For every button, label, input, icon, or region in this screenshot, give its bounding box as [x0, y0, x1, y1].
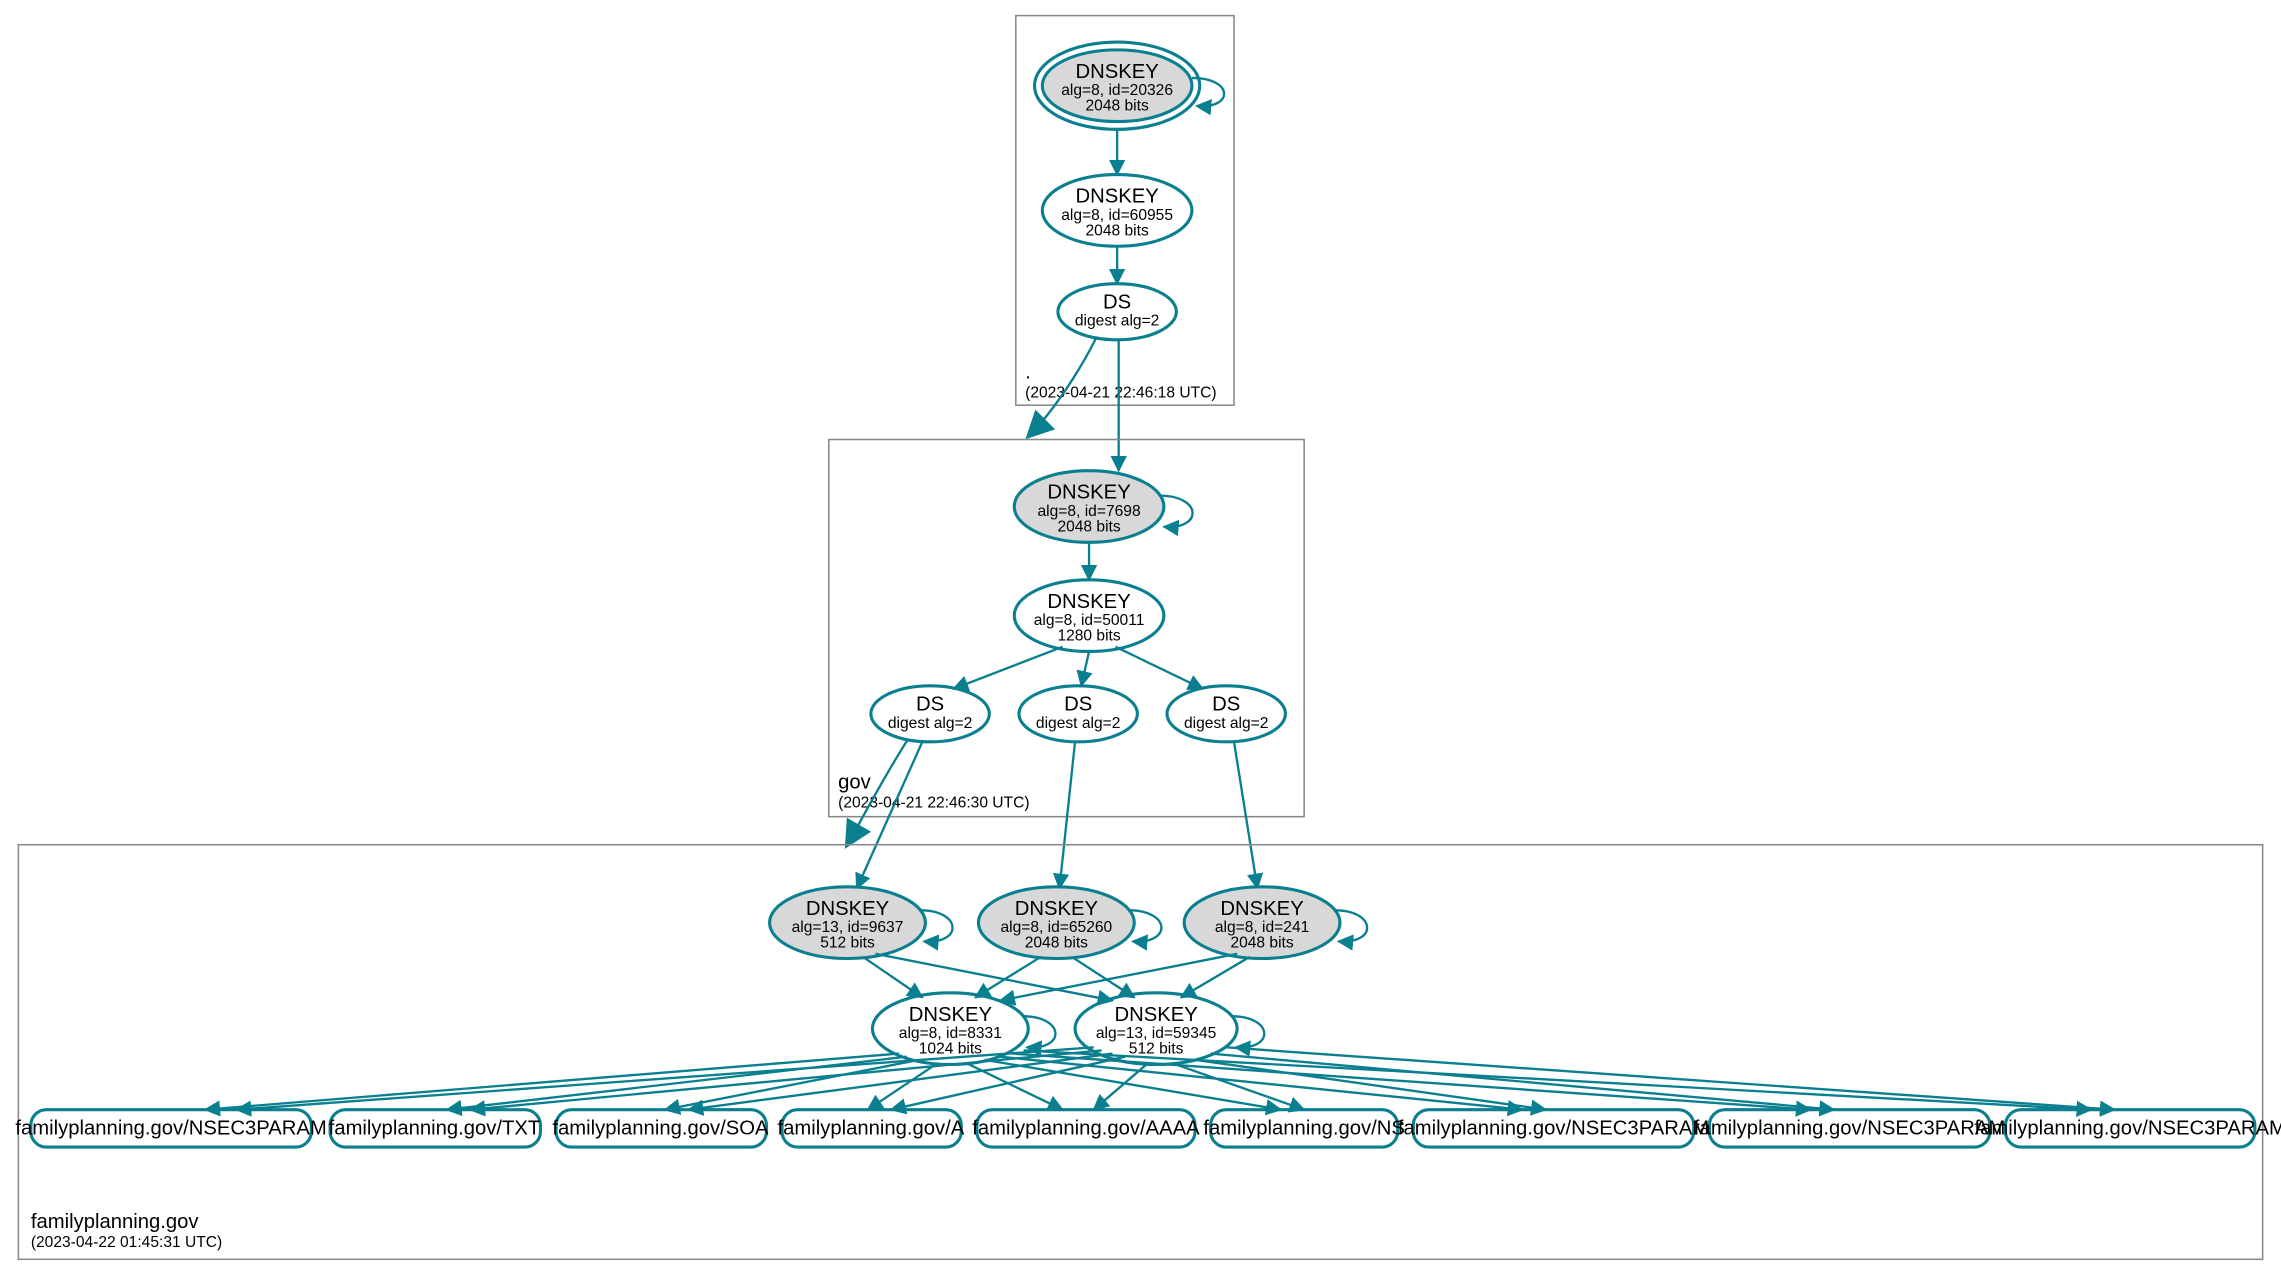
dnssec-diagram: . (2023-04-21 22:46:18 UTC) DNSKEY alg=8… [0, 0, 2281, 1278]
node-gov-ksk: DNSKEY alg=8, id=7698 2048 bits [1014, 471, 1192, 543]
edge-gov-ds2-to-fp [1059, 742, 1075, 889]
svg-text:digest alg=2: digest alg=2 [1184, 715, 1268, 732]
svg-text:familyplanning.gov/NSEC3PARAM: familyplanning.gov/NSEC3PARAM [1398, 1118, 1709, 1140]
svg-text:alg=8, id=7698: alg=8, id=7698 [1038, 503, 1141, 520]
svg-text:DNSKEY: DNSKEY [1047, 482, 1131, 504]
node-root-ds: DS digest alg=2 [1058, 284, 1176, 340]
svg-text:DS: DS [1064, 694, 1092, 716]
node-rr-nsec3param-2: familyplanning.gov/NSEC3PARAM [1398, 1110, 1709, 1147]
node-rr-nsec3param-1: familyplanning.gov/NSEC3PARAM [15, 1110, 326, 1147]
node-gov-ds2: DS digest alg=2 [1019, 686, 1137, 742]
svg-text:digest alg=2: digest alg=2 [1075, 313, 1159, 330]
svg-text:512 bits: 512 bits [1129, 1041, 1184, 1058]
node-fp-ksk2: DNSKEY alg=8, id=65260 2048 bits [978, 887, 1161, 959]
svg-text:DS: DS [1103, 292, 1131, 314]
svg-text:alg=8, id=50011: alg=8, id=50011 [1034, 612, 1145, 629]
node-rr-nsec3param-4: familyplanning.gov/NSEC3PARAM [1974, 1110, 2281, 1147]
svg-text:alg=13, id=9637: alg=13, id=9637 [792, 919, 904, 936]
node-rr-txt: familyplanning.gov/TXT [329, 1110, 541, 1147]
svg-text:2048 bits: 2048 bits [1086, 222, 1149, 239]
node-gov-ds1: DS digest alg=2 [871, 686, 989, 742]
zone-fp-timestamp: (2023-04-22 01:45:31 UTC) [31, 1234, 222, 1251]
node-rr-soa: familyplanning.gov/SOA [552, 1110, 769, 1147]
svg-text:DNSKEY: DNSKEY [1075, 186, 1159, 208]
node-gov-ds3: DS digest alg=2 [1167, 686, 1285, 742]
svg-text:digest alg=2: digest alg=2 [888, 715, 972, 732]
svg-text:2048 bits: 2048 bits [1057, 518, 1120, 535]
svg-text:2048 bits: 2048 bits [1230, 935, 1293, 952]
zone-root: . (2023-04-21 22:46:18 UTC) DNSKEY alg=8… [1016, 16, 1234, 406]
zone-root-label: . [1025, 362, 1031, 384]
svg-text:DNSKEY: DNSKEY [1047, 591, 1131, 613]
svg-text:2048 bits: 2048 bits [1086, 98, 1149, 115]
svg-text:DS: DS [916, 694, 944, 716]
svg-text:familyplanning.gov/TXT: familyplanning.gov/TXT [329, 1118, 541, 1140]
edge-gov-ds1-to-fp [857, 742, 922, 889]
svg-text:alg=8, id=20326: alg=8, id=20326 [1061, 82, 1173, 99]
svg-text:DS: DS [1212, 694, 1240, 716]
svg-text:familyplanning.gov/AAAA: familyplanning.gov/AAAA [972, 1118, 1200, 1140]
node-rr-nsec3param-3: familyplanning.gov/NSEC3PARAM [1694, 1110, 2005, 1147]
zone-fp-label: familyplanning.gov [31, 1211, 200, 1233]
node-fp-ksk1: DNSKEY alg=13, id=9637 512 bits [770, 887, 953, 959]
svg-text:alg=13, id=59345: alg=13, id=59345 [1096, 1025, 1217, 1042]
edge-gov-ds3-to-fp [1234, 742, 1257, 889]
svg-text:DNSKEY: DNSKEY [1075, 61, 1159, 83]
svg-text:2048 bits: 2048 bits [1025, 935, 1088, 952]
zone-familyplanning: familyplanning.gov (2023-04-22 01:45:31 … [15, 845, 2281, 1260]
svg-text:alg=8, id=65260: alg=8, id=65260 [1000, 919, 1112, 936]
zone-root-timestamp: (2023-04-21 22:46:18 UTC) [1025, 384, 1216, 401]
zone-gov: gov (2023-04-21 22:46:30 UTC) DNSKEY alg… [829, 440, 1304, 817]
node-rr-aaaa: familyplanning.gov/AAAA [972, 1110, 1200, 1147]
svg-text:familyplanning.gov/SOA: familyplanning.gov/SOA [552, 1118, 769, 1140]
svg-text:DNSKEY: DNSKEY [1220, 898, 1304, 920]
svg-text:DNSKEY: DNSKEY [909, 1004, 993, 1026]
svg-text:alg=8, id=241: alg=8, id=241 [1215, 919, 1309, 936]
svg-text:familyplanning.gov/NSEC3PARAM: familyplanning.gov/NSEC3PARAM [1694, 1118, 2005, 1140]
svg-text:familyplanning.gov/NSEC3PARAM: familyplanning.gov/NSEC3PARAM [15, 1118, 326, 1140]
svg-text:512 bits: 512 bits [820, 935, 875, 952]
svg-text:digest alg=2: digest alg=2 [1036, 715, 1120, 732]
svg-text:DNSKEY: DNSKEY [1015, 898, 1099, 920]
svg-text:familyplanning.gov/NS: familyplanning.gov/NS [1203, 1118, 1404, 1140]
svg-text:alg=8, id=8331: alg=8, id=8331 [899, 1025, 1002, 1042]
node-rr-a: familyplanning.gov/A [777, 1110, 964, 1147]
svg-text:1280 bits: 1280 bits [1057, 628, 1120, 645]
svg-text:DNSKEY: DNSKEY [1114, 1004, 1198, 1026]
node-gov-zsk: DNSKEY alg=8, id=50011 1280 bits [1014, 580, 1164, 652]
svg-text:familyplanning.gov/NSEC3PARAM: familyplanning.gov/NSEC3PARAM [1974, 1118, 2281, 1140]
node-rr-ns: familyplanning.gov/NS [1203, 1110, 1404, 1147]
node-fp-ksk3: DNSKEY alg=8, id=241 2048 bits [1184, 887, 1367, 959]
svg-text:alg=8, id=60955: alg=8, id=60955 [1061, 207, 1173, 224]
zone-gov-label: gov [838, 772, 872, 794]
node-root-zsk: DNSKEY alg=8, id=60955 2048 bits [1042, 175, 1192, 247]
svg-text:familyplanning.gov/A: familyplanning.gov/A [777, 1118, 964, 1140]
svg-text:DNSKEY: DNSKEY [806, 898, 890, 920]
node-root-ksk: DNSKEY alg=8, id=20326 2048 bits [1035, 42, 1225, 129]
